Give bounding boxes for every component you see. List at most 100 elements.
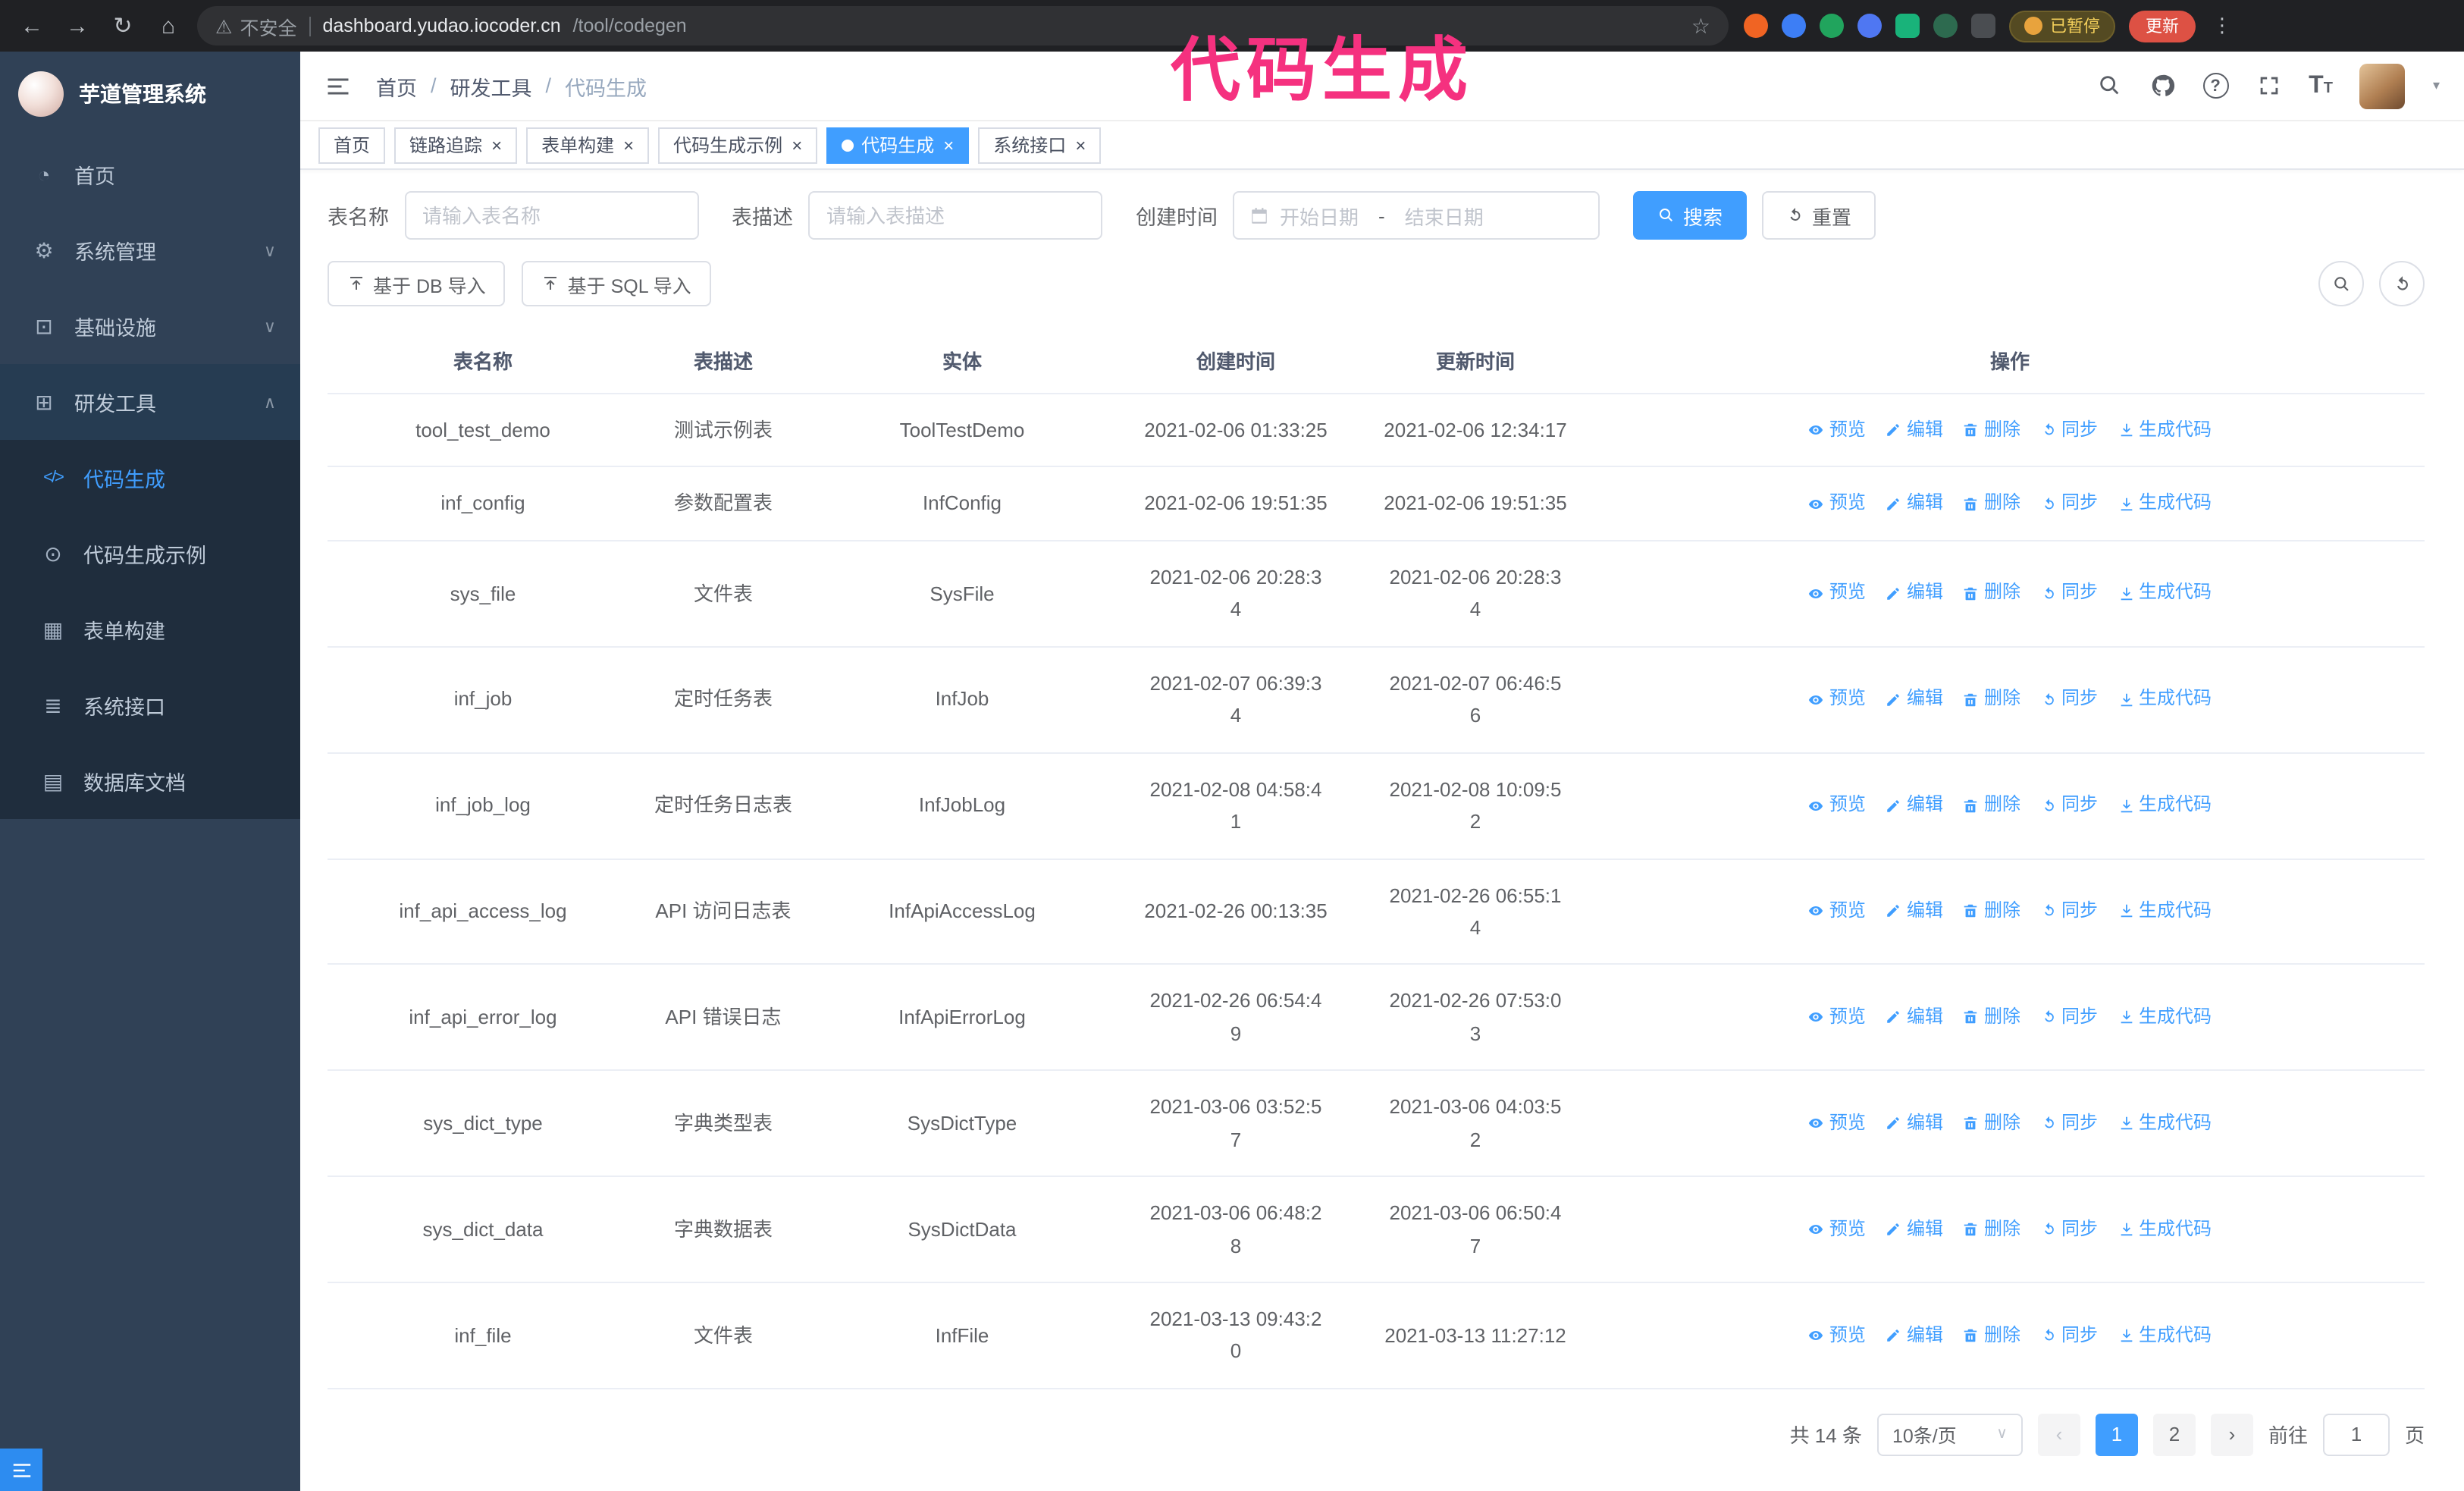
- extension-puzzle-icon[interactable]: [1971, 14, 1995, 38]
- action-preview[interactable]: 预览: [1808, 790, 1866, 821]
- action-sync[interactable]: 同步: [2040, 579, 2098, 609]
- action-generate[interactable]: 生成代码: [2118, 1109, 2212, 1139]
- back-icon[interactable]: ←: [15, 13, 49, 39]
- extension-icon-1[interactable]: [1744, 14, 1768, 38]
- action-generate[interactable]: 生成代码: [2118, 489, 2212, 519]
- action-generate[interactable]: 生成代码: [2118, 1003, 2212, 1033]
- font-size-icon[interactable]: TT: [2309, 73, 2333, 98]
- action-edit[interactable]: 编辑: [1886, 1003, 1943, 1033]
- action-sync[interactable]: 同步: [2040, 1214, 2098, 1245]
- extension-icon-2[interactable]: [1782, 14, 1806, 38]
- action-generate[interactable]: 生成代码: [2118, 790, 2212, 821]
- sidebar-item[interactable]: ⊙ 代码生成示例: [0, 516, 300, 592]
- action-edit[interactable]: 编辑: [1886, 790, 1943, 821]
- action-sync[interactable]: 同步: [2040, 1109, 2098, 1139]
- tab-close-icon[interactable]: ×: [792, 136, 802, 154]
- action-preview[interactable]: 预览: [1808, 579, 1866, 609]
- sidebar-item[interactable]: ⚙ 系统管理 ∨: [0, 212, 300, 288]
- extension-icon-5[interactable]: [1895, 14, 1920, 38]
- action-sync[interactable]: 同步: [2040, 685, 2098, 715]
- action-delete[interactable]: 删除: [1963, 579, 2020, 609]
- action-delete[interactable]: 删除: [1963, 1003, 2020, 1033]
- github-icon[interactable]: [2149, 73, 2175, 99]
- action-edit[interactable]: 编辑: [1886, 416, 1943, 446]
- breadcrumb-item[interactable]: 研发工具: [450, 71, 532, 101]
- action-generate[interactable]: 生成代码: [2118, 896, 2212, 927]
- action-edit[interactable]: 编辑: [1886, 685, 1943, 715]
- action-delete[interactable]: 删除: [1963, 416, 2020, 446]
- sidebar-item[interactable]: </> 代码生成: [0, 440, 300, 516]
- toggle-search-button[interactable]: [2318, 261, 2364, 306]
- next-page-button[interactable]: ›: [2210, 1413, 2253, 1456]
- update-button[interactable]: 更新: [2129, 10, 2196, 42]
- action-preview[interactable]: 预览: [1808, 489, 1866, 519]
- action-preview[interactable]: 预览: [1808, 685, 1866, 715]
- fullscreen-icon[interactable]: [2256, 73, 2281, 99]
- action-generate[interactable]: 生成代码: [2118, 1320, 2212, 1351]
- action-delete[interactable]: 删除: [1963, 790, 2020, 821]
- sidebar-item[interactable]: ≣ 系统接口: [0, 667, 300, 743]
- search-icon[interactable]: [2096, 73, 2122, 99]
- bookmark-star-icon[interactable]: ☆: [1691, 13, 1710, 39]
- security-warning[interactable]: ⚠ 不安全: [215, 11, 296, 40]
- action-edit[interactable]: 编辑: [1886, 579, 1943, 609]
- tab-close-icon[interactable]: ×: [491, 136, 502, 154]
- table-name-input[interactable]: [404, 191, 698, 240]
- sidebar-item[interactable]: ⊡ 基础设施 ∨: [0, 288, 300, 364]
- sidebar-item[interactable]: ▤ 数据库文档: [0, 743, 300, 819]
- tab-item[interactable]: 系统接口 ×: [978, 127, 1102, 163]
- refresh-icon[interactable]: ↻: [106, 12, 140, 39]
- action-delete[interactable]: 删除: [1963, 1214, 2020, 1245]
- sidebar-item[interactable]: ▦ 表单构建: [0, 592, 300, 667]
- home-icon[interactable]: ⌂: [152, 13, 185, 39]
- action-sync[interactable]: 同步: [2040, 1003, 2098, 1033]
- action-delete[interactable]: 删除: [1963, 685, 2020, 715]
- action-edit[interactable]: 编辑: [1886, 1320, 1943, 1351]
- page-button[interactable]: 2: [2152, 1413, 2196, 1456]
- menu-toggle-icon[interactable]: [324, 72, 352, 99]
- sidebar-item[interactable]: ⊞ 研发工具 ∧: [0, 364, 300, 440]
- action-preview[interactable]: 预览: [1808, 416, 1866, 446]
- forward-icon[interactable]: →: [61, 13, 94, 39]
- breadcrumb-item[interactable]: 首页: [376, 71, 417, 101]
- sidebar-collapse-button[interactable]: [0, 1449, 42, 1491]
- action-preview[interactable]: 预览: [1808, 1109, 1866, 1139]
- page-button[interactable]: 1: [2095, 1413, 2138, 1456]
- action-delete[interactable]: 删除: [1963, 1320, 2020, 1351]
- tab-item[interactable]: 代码生成 ×: [826, 127, 970, 163]
- action-sync[interactable]: 同步: [2040, 790, 2098, 821]
- search-button[interactable]: 搜索: [1633, 191, 1748, 240]
- extension-icon-3[interactable]: [1820, 14, 1844, 38]
- tab-item[interactable]: 表单构建 ×: [526, 127, 650, 163]
- import-sql-button[interactable]: 基于 SQL 导入: [522, 261, 711, 306]
- action-generate[interactable]: 生成代码: [2118, 416, 2212, 446]
- tab-close-icon[interactable]: ×: [943, 136, 954, 154]
- address-bar[interactable]: ⚠ 不安全 dashboard.yudao.iocoder.cn/tool/co…: [197, 6, 1729, 46]
- goto-page-input[interactable]: [2322, 1413, 2390, 1456]
- browser-menu-icon[interactable]: ⋮: [2212, 14, 2232, 38]
- action-preview[interactable]: 预览: [1808, 1214, 1866, 1245]
- action-edit[interactable]: 编辑: [1886, 896, 1943, 927]
- prev-page-button[interactable]: ‹: [2037, 1413, 2080, 1456]
- action-sync[interactable]: 同步: [2040, 896, 2098, 927]
- action-edit[interactable]: 编辑: [1886, 1109, 1943, 1139]
- tab-item[interactable]: 链路追踪 ×: [394, 127, 518, 163]
- action-delete[interactable]: 删除: [1963, 489, 2020, 519]
- action-sync[interactable]: 同步: [2040, 1320, 2098, 1351]
- action-edit[interactable]: 编辑: [1886, 489, 1943, 519]
- page-size-select[interactable]: 10条/页 ∨: [1876, 1413, 2023, 1456]
- action-delete[interactable]: 删除: [1963, 896, 2020, 927]
- help-icon[interactable]: ?: [2202, 73, 2229, 99]
- table-desc-input[interactable]: [808, 191, 1102, 240]
- extension-icon-4[interactable]: [1857, 14, 1882, 38]
- action-generate[interactable]: 生成代码: [2118, 1214, 2212, 1245]
- tab-item[interactable]: 首页: [318, 127, 386, 163]
- action-sync[interactable]: 同步: [2040, 416, 2098, 446]
- action-preview[interactable]: 预览: [1808, 1003, 1866, 1033]
- sidebar-item[interactable]: ◔ 首页: [0, 137, 300, 212]
- action-edit[interactable]: 编辑: [1886, 1214, 1943, 1245]
- action-delete[interactable]: 删除: [1963, 1109, 2020, 1139]
- reset-button[interactable]: 重置: [1762, 191, 1876, 240]
- action-sync[interactable]: 同步: [2040, 489, 2098, 519]
- action-preview[interactable]: 预览: [1808, 896, 1866, 927]
